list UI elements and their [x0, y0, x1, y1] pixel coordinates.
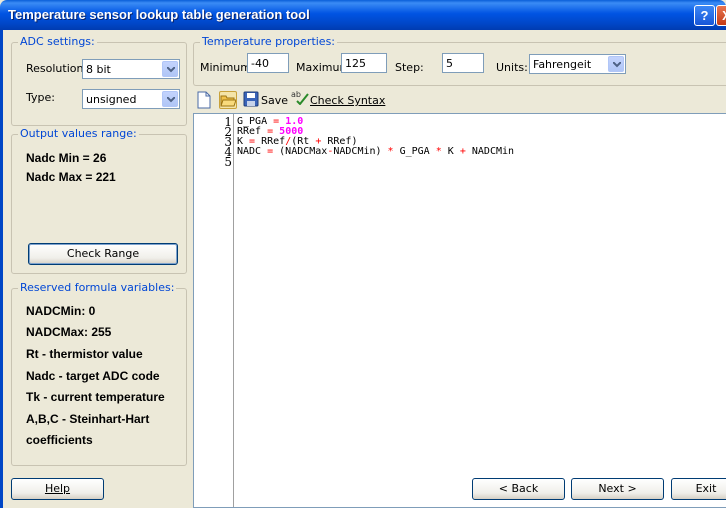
floppy-disk-icon[interactable] — [243, 91, 261, 109]
svg-text:ab: ab — [291, 90, 301, 99]
save-button[interactable]: Save — [261, 94, 288, 107]
adc-settings-group: ADC settings: — [11, 35, 187, 126]
next-button[interactable]: Next > — [571, 478, 664, 500]
open-folder-icon[interactable] — [219, 91, 237, 109]
reserved-variables-title: Reserved formula variables: — [18, 281, 177, 294]
reserved-item: Nadc - target ADC code — [26, 369, 160, 383]
help-icon[interactable]: ? — [694, 5, 715, 26]
check-syntax-button[interactable]: Check Syntax — [310, 94, 385, 107]
line-number-gutter: 12345 — [194, 114, 234, 507]
resolution-label: Resolution: — [26, 62, 88, 75]
help-button[interactable]: Help — [11, 478, 104, 500]
exit-button-label: Exit — [695, 482, 717, 495]
code-token: K — [441, 146, 460, 157]
output-range-title: Output values range: — [18, 127, 139, 140]
window-title: Temperature sensor lookup table generati… — [8, 7, 310, 22]
maximum-input[interactable]: 125 — [341, 53, 387, 73]
formula-editor[interactable]: 12345 G_PGA = 1.0 RRef = 5000 K = RRef/(Rt… — [193, 113, 726, 508]
code-token: NADCMin — [465, 146, 515, 157]
code-token: G_PGA — [393, 146, 436, 157]
resolution-select[interactable]: 8 bit — [82, 59, 180, 79]
adc-settings-title: ADC settings: — [18, 35, 97, 48]
nadc-max-value: Nadc Max = 221 — [26, 170, 116, 184]
spell-check-icon[interactable]: ab — [291, 89, 309, 107]
reserved-item: Tk - current temperature — [26, 390, 165, 404]
maximum-value: 125 — [345, 57, 366, 70]
nadc-min-value: Nadc Min = 26 — [26, 151, 107, 165]
reserved-item: Rt - thermistor value — [26, 347, 143, 361]
minimum-value: -40 — [251, 57, 269, 70]
chevron-down-icon[interactable] — [162, 91, 178, 107]
type-value: unsigned — [86, 93, 137, 106]
units-select[interactable]: Fahrengeit — [529, 54, 626, 74]
next-button-label: Next > — [598, 482, 637, 495]
reserved-item: NADCMax: 255 — [26, 325, 112, 339]
help-button-label: Help — [44, 482, 71, 495]
resolution-value: 8 bit — [86, 63, 111, 76]
step-value: 5 — [446, 57, 453, 70]
code-line[interactable]: NADC = (NADCMax-NADCMin) * G_PGA * K + N… — [237, 147, 514, 157]
back-button-label: < Back — [498, 482, 539, 495]
chevron-down-icon[interactable] — [608, 56, 624, 72]
back-button[interactable]: < Back — [472, 478, 565, 500]
code-token: (NADCMax — [273, 146, 328, 157]
line-number: 5 — [224, 155, 232, 169]
units-value: Fahrengeit — [533, 58, 592, 71]
window-body: ADC settings: Resolution: 8 bit Type: un… — [0, 30, 726, 508]
reserved-item: A,B,C - Steinhart-Hart — [26, 412, 150, 426]
step-label: Step: — [395, 61, 424, 74]
minimum-input[interactable]: -40 — [247, 53, 289, 73]
reserved-item: coefficients — [26, 433, 93, 447]
editor-toolbar: Save ab Check Syntax — [193, 88, 726, 112]
close-icon[interactable]: X — [716, 5, 726, 26]
units-label: Units: — [496, 61, 528, 74]
code-token: NADC — [237, 146, 268, 157]
type-select[interactable]: unsigned — [82, 89, 180, 109]
temperature-properties-title: Temperature properties: — [200, 35, 338, 48]
type-label: Type: — [26, 91, 55, 104]
chevron-down-icon[interactable] — [162, 61, 178, 77]
exit-button[interactable]: Exit — [671, 478, 726, 500]
check-range-button[interactable]: Check Range — [28, 243, 178, 265]
reserved-item: NADCMin: 0 — [26, 304, 96, 318]
step-input[interactable]: 5 — [442, 53, 484, 73]
code-token: NADCMin) — [333, 146, 388, 157]
new-file-icon[interactable] — [196, 91, 214, 109]
title-bar[interactable]: Temperature sensor lookup table generati… — [0, 0, 726, 30]
